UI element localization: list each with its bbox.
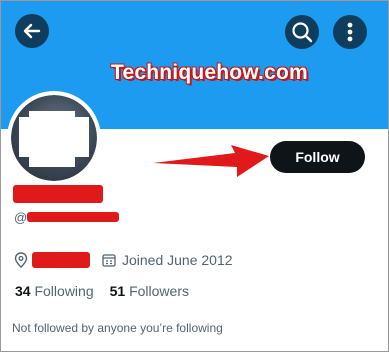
profile-meta-row: Joined June 2012 [14,252,233,268]
avatar[interactable] [7,91,101,185]
following-count: 34 [15,283,31,299]
annotation-arrow-icon [153,145,269,177]
location-redaction [32,252,90,268]
follow-button[interactable]: Follow [270,141,365,173]
avatar-redaction-center [29,111,75,167]
follow-stats: 34 Following 51 Followers [15,283,189,299]
following-label: Following [34,283,94,299]
followed-by-note: Not followed by anyone you’re following [12,321,223,335]
followers-label: Followers [129,283,189,299]
watermark-text: Techniquehow.com [111,61,308,84]
display-name-redaction [13,185,103,203]
followers-link[interactable]: 51 Followers [110,283,189,299]
more-options-button[interactable] [333,15,367,49]
search-icon [292,22,313,43]
following-link[interactable]: 34 Following [15,283,94,299]
joined-date: Joined June 2012 [122,252,233,268]
search-button[interactable] [285,15,319,49]
followers-count: 51 [109,283,126,299]
arrow-left-icon [23,23,41,39]
calendar-icon [102,254,116,267]
handle-redaction [27,212,119,222]
handle-at-sign: @ [14,210,28,225]
profile-screenshot: Techniquehow.com Follow @ Joined June 20… [0,0,389,352]
more-vertical-icon [347,22,353,42]
back-button[interactable] [15,14,49,48]
location-pin-icon [14,252,28,268]
